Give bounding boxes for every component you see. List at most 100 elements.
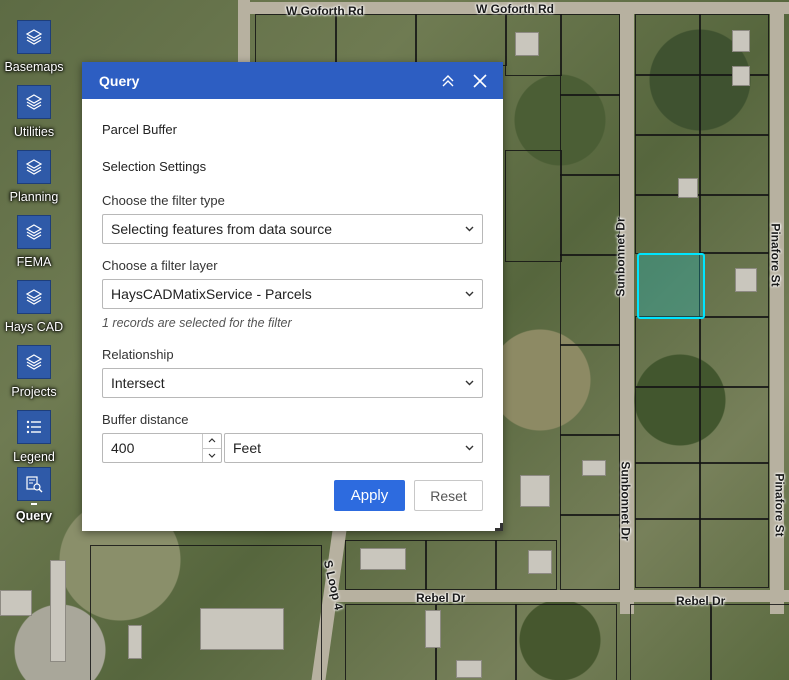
records-hint: 1 records are selected for the filter bbox=[102, 316, 292, 330]
tool-fema[interactable]: FEMA bbox=[0, 215, 68, 269]
building bbox=[425, 610, 441, 648]
resize-handle[interactable] bbox=[495, 523, 503, 531]
parcel bbox=[560, 174, 620, 256]
road-label: Pinafore St bbox=[768, 223, 783, 287]
filter-layer-select[interactable]: HaysCADMatixService - Parcels bbox=[102, 279, 483, 309]
building bbox=[520, 475, 550, 507]
parcel bbox=[560, 254, 620, 346]
parcel bbox=[699, 462, 769, 520]
tool-legend[interactable]: Legend bbox=[0, 410, 68, 464]
layers-icon[interactable] bbox=[17, 345, 51, 379]
tool-label: Hays CAD bbox=[4, 320, 64, 334]
decrement-icon[interactable] bbox=[203, 449, 221, 463]
building bbox=[515, 32, 539, 56]
parcel bbox=[255, 14, 337, 66]
parcel bbox=[699, 518, 769, 588]
buffer-distance-input[interactable]: 400 bbox=[102, 433, 222, 463]
road-west bbox=[238, 0, 250, 70]
road-label: Sunbonnet Dr bbox=[618, 461, 633, 541]
building bbox=[732, 30, 750, 52]
parcel bbox=[505, 150, 562, 262]
buffer-unit-select[interactable]: Feet bbox=[224, 433, 483, 463]
parcel bbox=[635, 194, 701, 254]
parcel bbox=[560, 14, 620, 96]
tool-utilities[interactable]: Utilities bbox=[0, 85, 68, 139]
relationship-value: Intersect bbox=[111, 375, 165, 391]
relationship-select[interactable]: Intersect bbox=[102, 368, 483, 398]
active-indicator bbox=[31, 503, 37, 505]
increment-icon[interactable] bbox=[203, 434, 221, 449]
parcel bbox=[560, 344, 620, 436]
building bbox=[528, 550, 552, 574]
road-label: Rebel Dr bbox=[676, 594, 726, 608]
road-label: Rebel Dr bbox=[416, 591, 466, 605]
parcel bbox=[710, 604, 789, 680]
layers-icon[interactable] bbox=[17, 280, 51, 314]
parcel bbox=[635, 74, 701, 136]
parcel bbox=[560, 514, 620, 590]
buffer-label: Buffer distance bbox=[102, 412, 189, 427]
query-icon[interactable] bbox=[17, 467, 51, 501]
tool-label: Utilities bbox=[13, 125, 55, 139]
apply-button[interactable]: Apply bbox=[334, 480, 405, 511]
chevron-down-icon bbox=[464, 443, 474, 453]
tool-basemaps[interactable]: Basemaps bbox=[0, 20, 68, 74]
buffer-row: 400 Feet bbox=[102, 433, 483, 463]
tool-label: Basemaps bbox=[4, 60, 64, 74]
panel-body: Parcel Buffer Selection Settings Choose … bbox=[82, 122, 503, 463]
parcel bbox=[635, 14, 701, 76]
parcel bbox=[335, 14, 417, 66]
building bbox=[735, 268, 757, 292]
filter-type-select[interactable]: Selecting features from data source bbox=[102, 214, 483, 244]
tool-label: Legend bbox=[13, 450, 55, 464]
parcel bbox=[560, 94, 620, 176]
building bbox=[0, 590, 32, 616]
parcel bbox=[345, 604, 437, 680]
parcel bbox=[635, 386, 701, 464]
list-icon[interactable] bbox=[17, 410, 51, 444]
collapse-icon[interactable] bbox=[435, 68, 461, 94]
panel-title: Query bbox=[99, 72, 140, 89]
layers-icon[interactable] bbox=[17, 215, 51, 249]
tool-hays-cad[interactable]: Hays CAD bbox=[0, 280, 68, 334]
parcel bbox=[699, 134, 769, 196]
building bbox=[456, 660, 482, 678]
building bbox=[360, 548, 406, 570]
tool-label: FEMA bbox=[16, 255, 52, 269]
layers-icon[interactable] bbox=[17, 85, 51, 119]
tool-planning[interactable]: Planning bbox=[0, 150, 68, 204]
parcel bbox=[630, 604, 712, 680]
selected-parcel[interactable] bbox=[637, 253, 705, 319]
filter-type-value: Selecting features from data source bbox=[111, 221, 333, 237]
reset-button[interactable]: Reset bbox=[414, 480, 483, 511]
parcel bbox=[635, 316, 701, 388]
parcel bbox=[699, 316, 769, 388]
parcel bbox=[635, 462, 701, 520]
query-name: Parcel Buffer bbox=[102, 122, 177, 137]
layers-icon[interactable] bbox=[17, 150, 51, 184]
filter-layer-label: Choose a filter layer bbox=[102, 258, 218, 273]
stepper bbox=[202, 434, 221, 462]
tool-label: Projects bbox=[11, 385, 57, 399]
close-icon[interactable] bbox=[467, 68, 493, 94]
building bbox=[678, 178, 698, 198]
panel-header[interactable]: Query bbox=[82, 62, 503, 99]
parcel bbox=[415, 14, 507, 66]
buffer-value: 400 bbox=[111, 440, 135, 456]
filter-layer-value: HaysCADMatixService - Parcels bbox=[111, 286, 312, 302]
query-panel: Query Parcel Buffer Selection Settings C… bbox=[82, 62, 503, 531]
tool-label: Query bbox=[15, 509, 53, 523]
road-label: Pinafore St bbox=[772, 473, 787, 537]
parcel bbox=[635, 518, 701, 588]
section-heading: Selection Settings bbox=[102, 159, 207, 174]
parcel bbox=[515, 604, 617, 680]
filter-type-label: Choose the filter type bbox=[102, 193, 225, 208]
layers-icon[interactable] bbox=[17, 20, 51, 54]
tool-projects[interactable]: Projects bbox=[0, 345, 68, 399]
parcel bbox=[699, 194, 769, 254]
tool-query[interactable]: Query bbox=[0, 467, 68, 523]
building bbox=[50, 560, 66, 662]
building bbox=[582, 460, 606, 476]
buffer-unit-value: Feet bbox=[233, 440, 262, 456]
tool-label: Planning bbox=[9, 190, 59, 204]
